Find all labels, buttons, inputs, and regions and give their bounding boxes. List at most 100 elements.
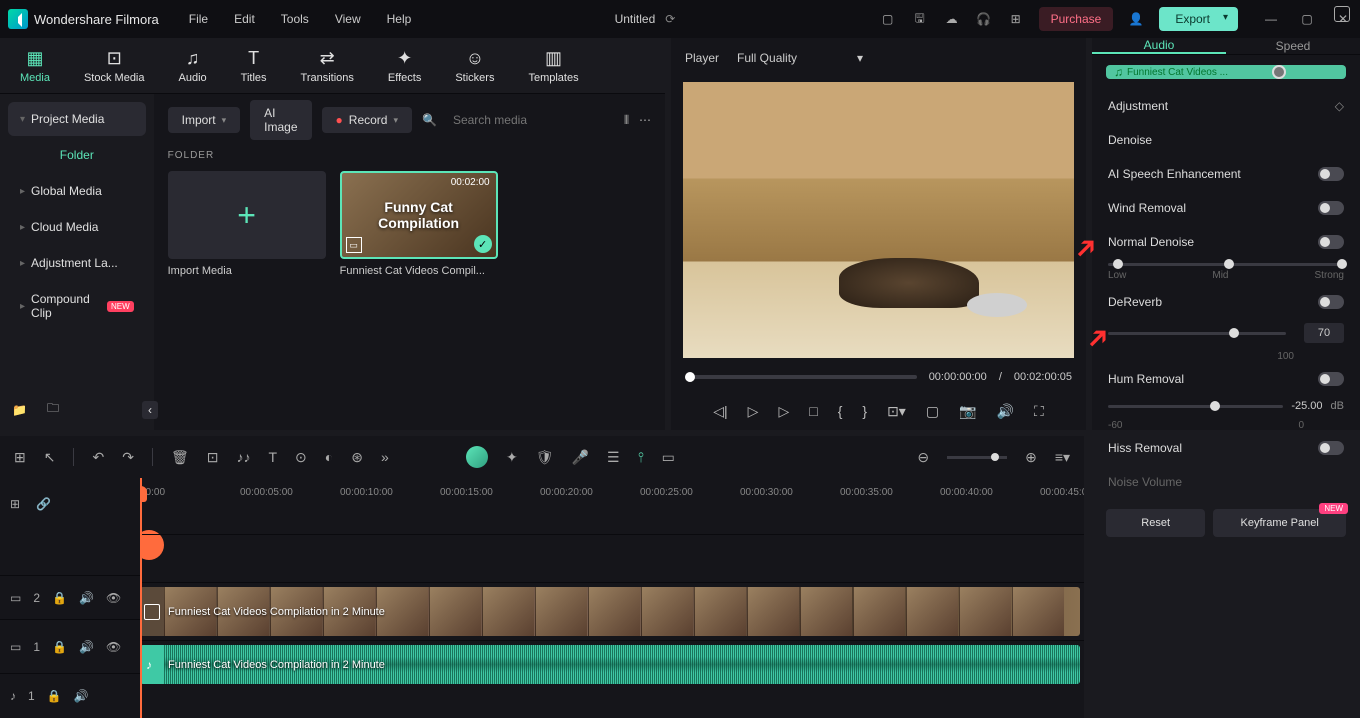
view-mode-icon[interactable]: ≡▾	[1055, 449, 1070, 466]
play-forward-icon[interactable]: ▷	[748, 403, 759, 420]
mute-icon[interactable]: 🔊	[79, 640, 94, 654]
lock-icon[interactable]: 🔒	[52, 640, 67, 654]
shield-icon[interactable]: 🛡	[536, 449, 554, 466]
mark-in-icon[interactable]: {	[838, 403, 843, 419]
marker-row[interactable]	[140, 506, 1084, 534]
video-track-2-head[interactable]: ▭2 🔒 🔊 👁	[0, 575, 140, 620]
playhead-marker[interactable]	[1272, 65, 1286, 79]
mic-icon[interactable]: 🎤	[572, 449, 589, 466]
tab-stock-media[interactable]: ⊡Stock Media	[78, 44, 151, 88]
wind-removal-toggle[interactable]	[1318, 201, 1344, 215]
lock-icon[interactable]: 🔒	[52, 591, 67, 605]
adjustment-section[interactable]: Adjustment ◇	[1092, 89, 1360, 123]
reset-button[interactable]: Reset	[1106, 509, 1205, 537]
tab-effects[interactable]: ✦Effects	[382, 44, 427, 88]
collapse-icon[interactable]: ‹	[142, 401, 158, 419]
hum-slider[interactable]	[1108, 405, 1283, 408]
video-preview[interactable]	[683, 82, 1074, 358]
dereverb-value[interactable]: 70	[1304, 323, 1344, 343]
audio-clip-preview[interactable]: ♫ Funniest Cat Videos ...	[1106, 65, 1346, 79]
scrubber-handle[interactable]	[685, 372, 695, 382]
video-track-2-lane[interactable]	[140, 534, 1084, 582]
minimize-icon[interactable]: —	[1262, 10, 1280, 28]
text-icon[interactable]: T	[268, 449, 277, 465]
normal-denoise-toggle[interactable]	[1318, 235, 1344, 249]
sparkle-icon[interactable]: ✦	[506, 449, 518, 466]
cloud-icon[interactable]: ☁	[943, 10, 961, 28]
tab-transitions[interactable]: ⇄Transitions	[295, 44, 360, 88]
save-icon[interactable]: 🖫	[911, 10, 929, 28]
volume-icon[interactable]: 🔊	[997, 403, 1014, 420]
video-track-1-lane[interactable]: Funniest Cat Videos Compilation in 2 Min…	[140, 582, 1084, 640]
sidebar-item-project-media[interactable]: ▾Project Media	[8, 102, 146, 136]
slider-thumb[interactable]	[1113, 259, 1123, 269]
more-icon[interactable]: »	[381, 449, 389, 465]
audio-track-1-lane[interactable]: Funniest Cat Videos Compilation in 2 Min…	[140, 640, 1084, 688]
playhead[interactable]	[140, 478, 142, 718]
delete-icon[interactable]: 🗑	[171, 449, 189, 466]
zoom-in-icon[interactable]: ⊕	[1025, 449, 1037, 466]
prev-frame-icon[interactable]: ◁|	[713, 403, 727, 420]
tab-stickers[interactable]: ☺Stickers	[449, 44, 500, 88]
slider-thumb[interactable]	[1210, 401, 1220, 411]
tab-speed-props[interactable]: Speed	[1226, 38, 1360, 54]
tab-titles[interactable]: TTitles	[235, 44, 273, 88]
audio-track-1-head[interactable]: ♪1 🔒 🔊	[0, 673, 140, 718]
mute-icon[interactable]: 🔊	[74, 689, 89, 703]
menu-help[interactable]: Help	[387, 12, 412, 26]
crop-icon[interactable]: ⊡	[207, 449, 219, 466]
maximize-icon[interactable]: ▢	[1298, 10, 1316, 28]
sidebar-item-adjustment-layer[interactable]: ▸Adjustment La...	[8, 246, 146, 280]
user-icon[interactable]: 👤	[1127, 10, 1145, 28]
video-clip[interactable]: Funniest Cat Videos Compilation in 2 Min…	[140, 587, 1080, 636]
link-icon[interactable]: 🔗	[36, 497, 51, 511]
keyframe-panel-button[interactable]: Keyframe Panel NEW	[1213, 509, 1346, 537]
effect-icon[interactable]: ⊛	[351, 449, 363, 466]
visibility-icon[interactable]: 👁	[106, 640, 121, 654]
camera-icon[interactable]: 📷	[959, 403, 976, 420]
dereverb-slider[interactable]	[1108, 332, 1286, 335]
stop-icon[interactable]: □	[809, 403, 817, 419]
menu-edit[interactable]: Edit	[234, 12, 255, 26]
mute-icon[interactable]: 🔊	[79, 591, 94, 605]
ai-assistant-icon[interactable]	[466, 446, 488, 468]
lock-icon[interactable]: 🔒	[47, 689, 62, 703]
redo-icon[interactable]: ↷	[122, 449, 134, 466]
zoom-slider[interactable]	[947, 456, 1007, 459]
color-icon[interactable]: ◐	[325, 449, 333, 465]
hum-removal-toggle[interactable]	[1318, 372, 1344, 386]
sidebar-item-folder[interactable]: Folder	[8, 138, 146, 172]
grid-icon[interactable]: ⊞	[14, 449, 26, 466]
purchase-button[interactable]: Purchase	[1039, 7, 1114, 31]
dereverb-toggle[interactable]	[1318, 295, 1344, 309]
mark-out-icon[interactable]: }	[862, 403, 867, 419]
new-folder-icon[interactable]: 📁	[12, 403, 27, 417]
cursor-icon[interactable]: ↖	[44, 449, 56, 466]
frame-icon[interactable]: ▭	[662, 449, 675, 466]
speed-icon[interactable]: ⊙	[295, 449, 307, 466]
search-input[interactable]	[447, 107, 614, 133]
record-button[interactable]: ●Record▾	[322, 107, 412, 133]
undo-icon[interactable]: ↶	[92, 449, 104, 466]
tab-audio[interactable]: ♫Audio	[173, 44, 213, 88]
ai-image-button[interactable]: AI Image	[250, 100, 311, 140]
sync-icon[interactable]: ⟳	[665, 12, 675, 26]
display-icon[interactable]: ▢	[926, 403, 939, 420]
video-track-1-head[interactable]: ▭1 🔒 🔊 👁	[0, 619, 140, 673]
headphone-icon[interactable]: 🎧	[975, 10, 993, 28]
more-icon[interactable]: ⋯	[639, 113, 651, 127]
device-icon[interactable]: ▢	[879, 10, 897, 28]
ratio-icon[interactable]: ⊡▾	[887, 403, 906, 420]
music-icon[interactable]: ♪♪	[236, 449, 250, 465]
import-media-card[interactable]: + Import Media	[168, 171, 326, 277]
media-clip-card[interactable]: Funny Cat Compilation 00:02:00 ▭ ✓ Funni…	[340, 171, 498, 277]
import-button[interactable]: Import▾	[168, 107, 241, 133]
sidebar-item-cloud-media[interactable]: ▸Cloud Media	[8, 210, 146, 244]
folder-icon[interactable]: 🗀	[47, 399, 59, 420]
tab-templates[interactable]: ▥Templates	[522, 44, 584, 88]
add-track-icon[interactable]: ⊞	[10, 497, 20, 511]
tab-media[interactable]: ▦Media	[14, 44, 56, 88]
diamond-icon[interactable]: ◇	[1335, 99, 1344, 113]
snapshot-icon[interactable]	[1334, 6, 1350, 22]
audio-clip[interactable]: Funniest Cat Videos Compilation in 2 Min…	[140, 645, 1080, 684]
